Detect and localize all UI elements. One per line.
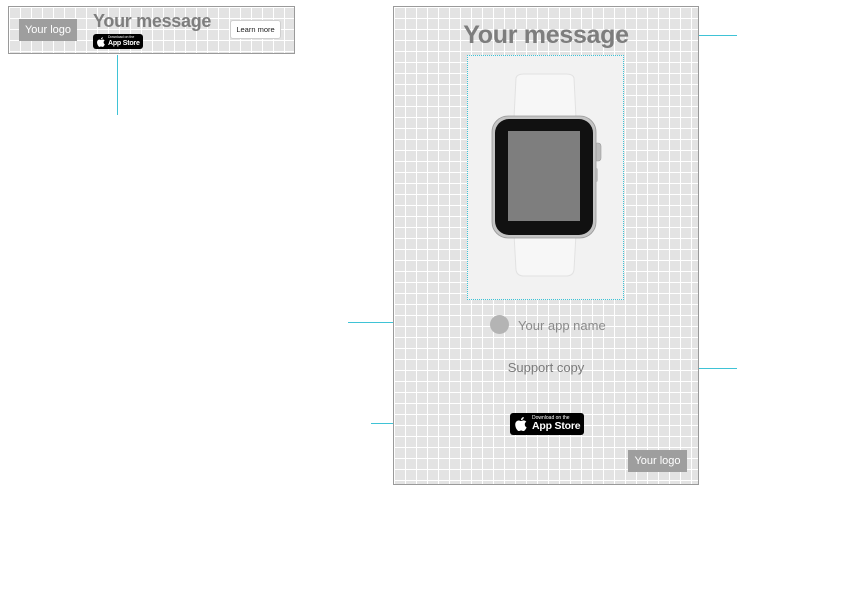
- banner-logo-placeholder: Your logo: [19, 19, 77, 41]
- app-name: Your app name: [518, 318, 606, 333]
- watch-image: [491, 73, 602, 277]
- banner-message: Your message: [93, 11, 212, 31]
- banner-app-store-badge[interactable]: Download on the App Store: [93, 34, 143, 49]
- banner-callout-line: [117, 55, 118, 115]
- ad-message: Your message: [463, 21, 629, 49]
- large-ad: Your message Your app name Support copy …: [393, 6, 699, 485]
- app-name-callout-line: [348, 322, 393, 323]
- support-copy: Support copy: [507, 360, 585, 375]
- apple-icon: [515, 417, 527, 431]
- banner-badge-big-text: App Store: [108, 39, 140, 47]
- message-callout-line: [699, 35, 737, 36]
- ad-logo-placeholder: Your logo: [628, 450, 687, 472]
- ad-app-store-badge[interactable]: Download on the App Store: [510, 413, 584, 435]
- badge-callout-line: [371, 423, 393, 424]
- watch-image-frame: [467, 55, 624, 300]
- support-copy-callout-line: [699, 368, 737, 369]
- ad-badge-big-text: App Store: [532, 420, 581, 433]
- app-icon-placeholder: [490, 315, 509, 334]
- banner-ad: Your logo Your message Download on the A…: [8, 6, 295, 54]
- learn-more-button[interactable]: Learn more: [230, 20, 281, 39]
- apple-icon: [97, 36, 105, 47]
